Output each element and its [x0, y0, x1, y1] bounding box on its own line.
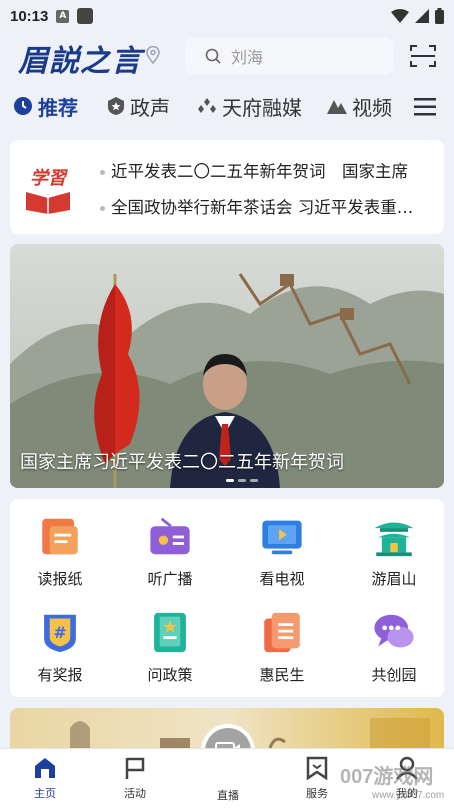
battery-icon [435, 8, 444, 24]
nav-tab-label: 推荐 [38, 95, 78, 120]
banner-caption: 国家主席习近平发表二〇二五年新年贺词 [20, 452, 344, 473]
document-stack-icon [264, 612, 300, 653]
cluster-icon [198, 98, 216, 113]
grid-item-tour-meishan[interactable]: 游眉山 [344, 499, 444, 589]
tab-live-label: 直播 [217, 789, 239, 802]
notification-square-icon [77, 8, 94, 24]
hashtag-shield-icon: # [44, 614, 76, 653]
mountain-icon [327, 100, 347, 114]
wifi-icon [391, 9, 409, 23]
nav-tab-video[interactable]: 视频 [326, 86, 392, 126]
notification-a-icon: A [56, 9, 70, 23]
nav-tab-tianfu[interactable]: 天府融媒 [196, 86, 302, 126]
search-placeholder: 刘海 [231, 48, 264, 67]
nav-tab-label: 政声 [130, 95, 170, 120]
bookmark-icon [306, 756, 328, 781]
service-grid: 读报纸 听广播 看电视 游眉山 # 有奖报 问政策 惠民生 共创园 [10, 499, 444, 697]
chat-bubbles-icon [374, 614, 414, 648]
news-headline[interactable]: 全国政协举行新年茶话会 习近平发表重… [100, 194, 436, 218]
grid-item-livelihood[interactable]: 惠民生 [232, 595, 332, 685]
svg-text:学習: 学習 [30, 168, 68, 189]
nav-tab-label: 视频 [352, 95, 392, 120]
status-bar: 10:13 A [0, 0, 454, 32]
nav-tab-label: 天府融媒 [222, 95, 302, 120]
policy-book-icon [154, 612, 186, 653]
study-logo: 学習 [22, 160, 74, 214]
search-box[interactable]: 刘海 [185, 38, 393, 74]
search-icon [205, 48, 221, 64]
svg-text:#: # [53, 623, 66, 642]
tv-icon [262, 520, 302, 555]
clock-icon [14, 97, 32, 115]
tab-activity[interactable]: 活动 [100, 749, 170, 808]
grid-item-prize-report[interactable]: # 有奖报 [10, 595, 110, 685]
grid-item-read-newspaper[interactable]: 读报纸 [10, 499, 110, 589]
grid-item-co-creation[interactable]: 共创园 [344, 595, 444, 685]
flag-icon [125, 757, 145, 779]
site-watermark: 007游戏网 [340, 766, 434, 788]
menu-icon[interactable] [414, 98, 436, 116]
pavilion-icon [374, 522, 414, 557]
nav-tab-recommend[interactable]: 推荐 [12, 86, 78, 126]
scan-icon[interactable] [410, 44, 436, 68]
location-icon[interactable] [146, 46, 160, 64]
grid-item-tv[interactable]: 看电视 [232, 499, 332, 589]
signal-icon [415, 9, 429, 23]
header: 眉説之言 刘海 [0, 32, 454, 82]
news-headline[interactable]: 近平发表二〇二五年新年贺词 国家主席 [100, 158, 436, 182]
grid-item-radio[interactable]: 听广播 [120, 499, 220, 589]
site-watermark-url: www.yx007.com [372, 790, 445, 801]
radio-icon [150, 517, 190, 555]
carousel-indicator [226, 479, 258, 482]
category-nav: 推荐 政声 天府融媒 视频 [0, 86, 454, 126]
nav-tab-politics[interactable]: 政声 [106, 86, 170, 126]
home-icon [35, 758, 55, 778]
tab-home[interactable]: 主页 [10, 749, 80, 808]
star-shield-icon [108, 97, 124, 115]
status-time: 10:13 [10, 7, 49, 25]
study-book-icon: 学習 [26, 168, 70, 214]
newspaper-icon [42, 518, 78, 555]
grid-item-ask-policy[interactable]: 问政策 [120, 595, 220, 685]
app-logo: 眉説之言 [18, 44, 142, 79]
news-ticker-card[interactable]: 学習 近平发表二〇二五年新年贺词 国家主席 全国政协举行新年茶话会 习近平发表重… [10, 140, 444, 234]
hero-banner[interactable]: 国家主席习近平发表二〇二五年新年贺词 [10, 244, 444, 488]
